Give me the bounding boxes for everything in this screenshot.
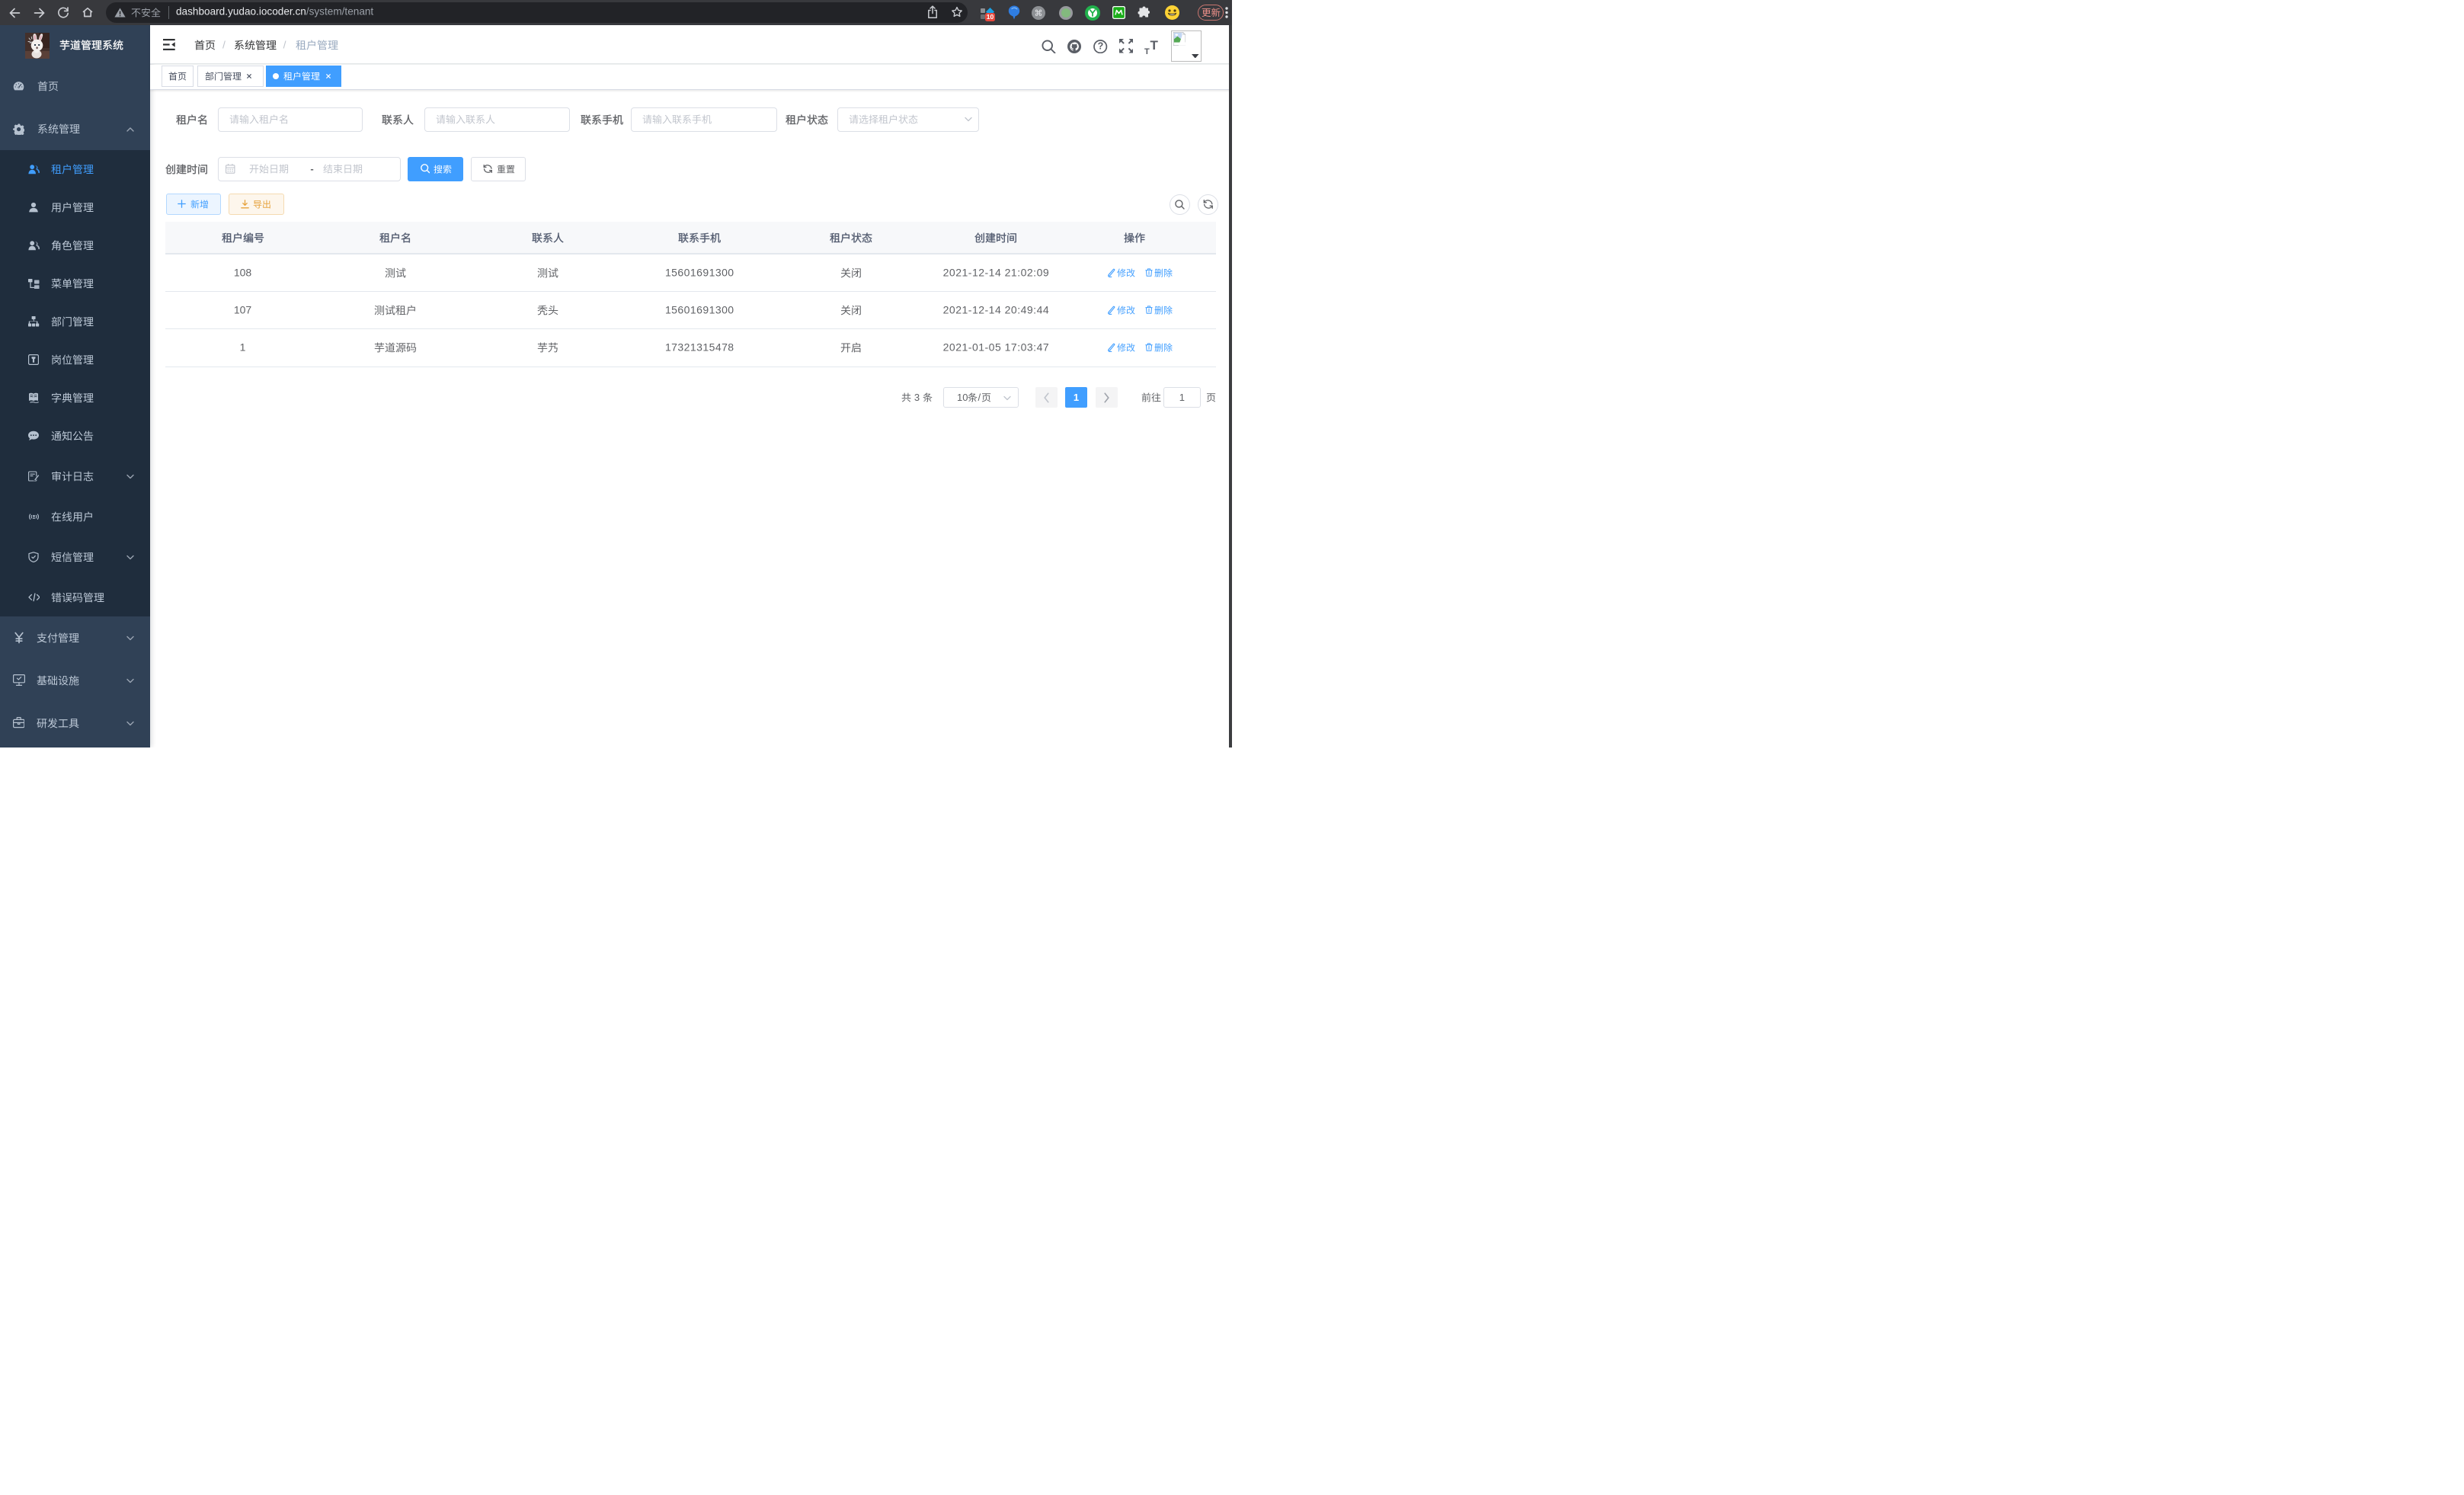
svg-text:⌘: ⌘: [1035, 9, 1043, 18]
